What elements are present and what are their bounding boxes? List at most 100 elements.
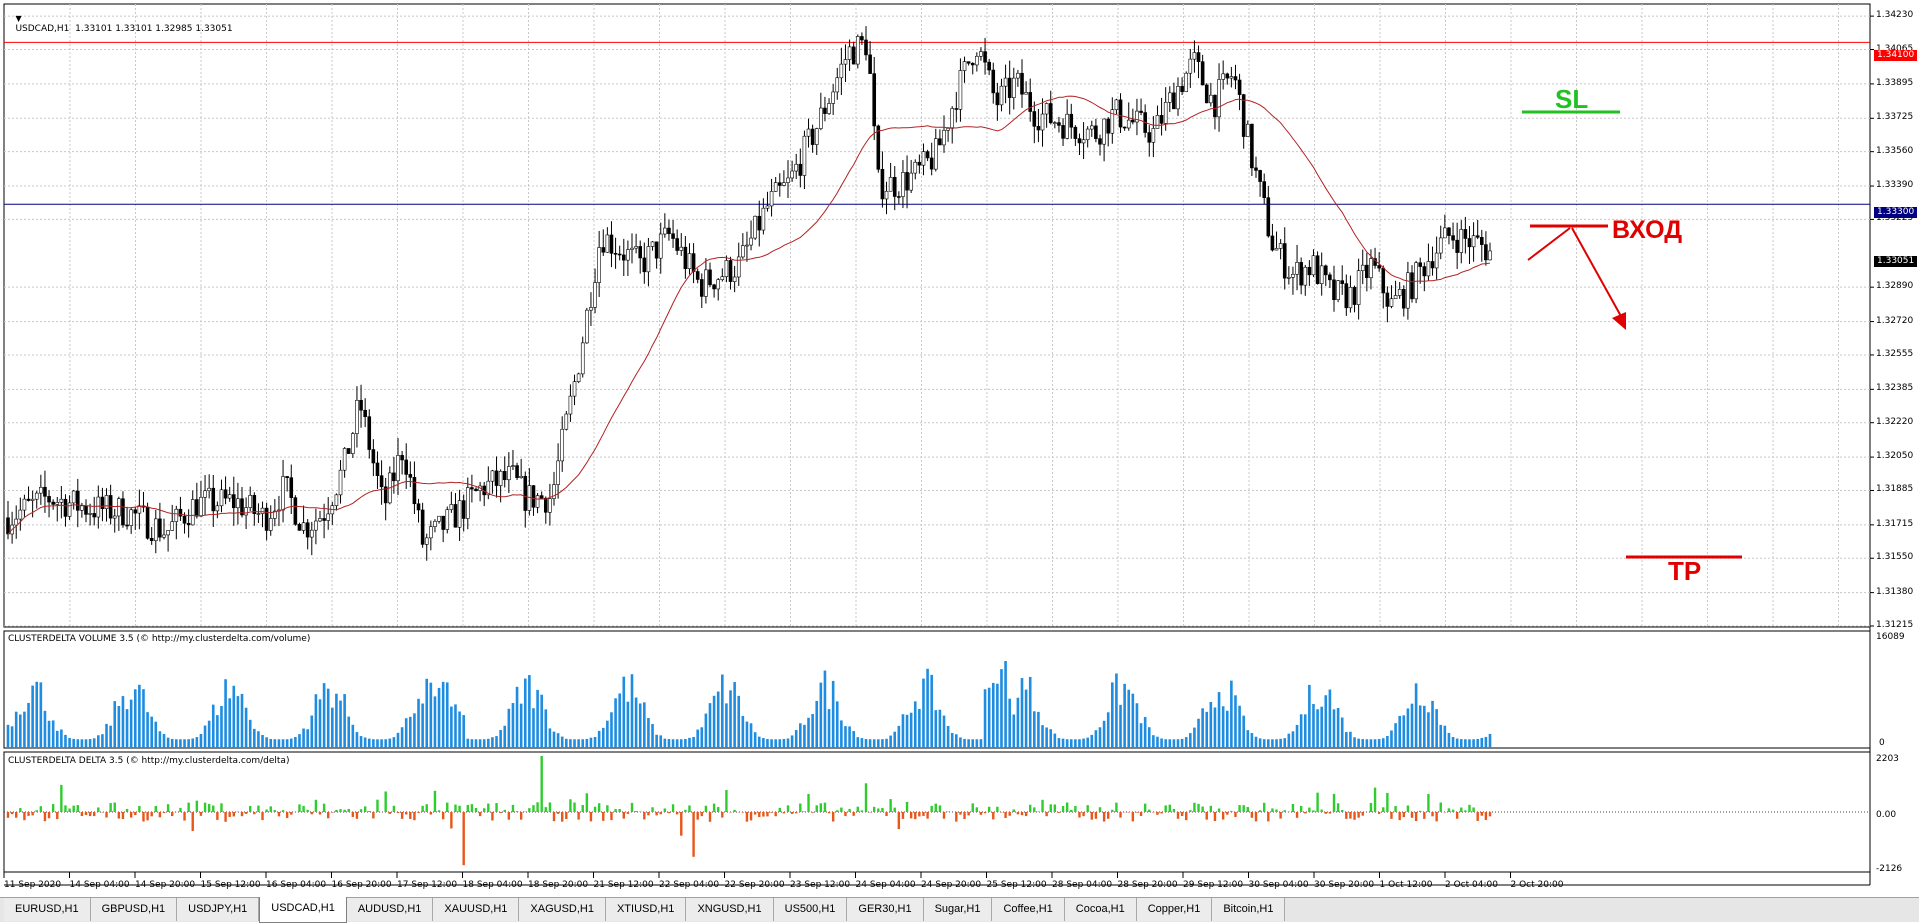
volume-bar xyxy=(196,737,199,748)
delta-bar-negative xyxy=(701,812,703,816)
tab-gbpusd-h1[interactable]: GBPUSD,H1 xyxy=(91,898,178,921)
volume-bar xyxy=(984,689,987,748)
tab-xauusd-h1[interactable]: XAUUSD,H1 xyxy=(433,898,519,921)
time-tick-label: 11 Sep 2020 xyxy=(4,880,61,890)
volume-bar xyxy=(742,716,745,748)
delta-bar-negative xyxy=(1132,812,1134,821)
collapse-triangle-icon[interactable]: ▼ xyxy=(15,14,21,23)
volume-bar xyxy=(339,701,342,748)
volume-bar xyxy=(992,683,995,748)
tab-ger30-h1[interactable]: GER30,H1 xyxy=(847,898,923,921)
volume-bar xyxy=(1329,690,1332,748)
volume-bar xyxy=(939,710,942,748)
volume-bar xyxy=(306,729,309,748)
delta-bar-positive xyxy=(1464,810,1466,812)
candle-body xyxy=(327,514,330,521)
volume-bar xyxy=(955,734,958,748)
candle-body xyxy=(1369,259,1372,278)
tab-xngusd-h1[interactable]: XNGUSD,H1 xyxy=(686,898,773,921)
candle-body xyxy=(1082,140,1085,143)
delta-bar-positive xyxy=(631,803,633,812)
delta-bar-negative xyxy=(405,812,407,814)
tab-audusd-h1[interactable]: AUDUSD,H1 xyxy=(347,898,434,921)
tab-sugar-h1[interactable]: Sugar,H1 xyxy=(924,898,993,921)
delta-bar-negative xyxy=(627,812,629,814)
volume-bar xyxy=(183,739,186,748)
volume-bar xyxy=(97,735,100,748)
candle-body xyxy=(1218,79,1221,116)
delta-bar-positive xyxy=(1050,804,1052,812)
tab-copper-h1[interactable]: Copper,H1 xyxy=(1137,898,1213,921)
candle-body xyxy=(893,177,896,196)
volume-bar xyxy=(1468,739,1471,748)
candle-body xyxy=(1242,95,1245,137)
delta-bar-negative xyxy=(1078,812,1080,818)
volume-bar xyxy=(1345,732,1348,748)
delta-bar-negative xyxy=(918,812,920,816)
candle-body xyxy=(1025,92,1028,94)
delta-bar-positive xyxy=(1013,809,1015,812)
delta-bar-negative xyxy=(811,812,813,813)
delta-bar-positive xyxy=(1144,804,1146,812)
delta-bar-negative xyxy=(1390,812,1392,819)
tab-usdcad-h1[interactable]: USDCAD,H1 xyxy=(259,897,347,923)
tab-cocoa-h1[interactable]: Cocoa,H1 xyxy=(1065,898,1137,921)
volume-bar xyxy=(766,739,769,748)
volume-bar xyxy=(688,738,691,748)
delta-bar-positive xyxy=(803,811,805,812)
candle-body xyxy=(351,434,354,454)
candle-body xyxy=(491,471,494,481)
candle-body xyxy=(1316,256,1319,284)
volume-bar xyxy=(951,733,954,748)
volume-bar xyxy=(783,739,786,748)
delta-bar-positive xyxy=(820,803,822,812)
candle-body xyxy=(988,62,991,70)
volume-bar xyxy=(512,703,515,748)
tab-xtiusd-h1[interactable]: XTIUSD,H1 xyxy=(606,898,686,921)
tab-xagusd-h1[interactable]: XAGUSD,H1 xyxy=(519,898,606,921)
volume-bar xyxy=(442,682,445,748)
volume-bar xyxy=(1008,699,1011,748)
volume-bar xyxy=(253,729,256,748)
delta-bar-positive xyxy=(64,805,66,812)
delta-bar-positive xyxy=(906,802,908,812)
tab-usdjpy-h1[interactable]: USDJPY,H1 xyxy=(177,898,259,921)
volume-bar xyxy=(1333,709,1336,748)
delta-bar-positive xyxy=(717,807,719,812)
volume-bar xyxy=(778,739,781,748)
price-tick-label: 1.31380 xyxy=(1876,587,1913,597)
delta-bar-negative xyxy=(479,812,481,816)
tab-eurusd-h1[interactable]: EURUSD,H1 xyxy=(4,898,91,921)
delta-bar-positive xyxy=(421,806,423,812)
volume-bar xyxy=(249,720,252,748)
volume-bar xyxy=(606,721,609,748)
volume-bar xyxy=(1132,694,1135,748)
volume-bar xyxy=(1382,738,1385,748)
delta-bar-negative xyxy=(746,812,748,822)
delta-bar-negative xyxy=(602,812,604,821)
volume-bar xyxy=(1107,712,1110,748)
delta-bar-positive xyxy=(1460,808,1462,812)
delta-bar-negative xyxy=(130,812,132,818)
delta-bar-positive xyxy=(873,807,875,812)
delta-bar-negative xyxy=(1025,812,1027,816)
delta-bar-negative xyxy=(1357,812,1359,818)
candle-body xyxy=(1086,129,1089,140)
price-tick-label: 1.33560 xyxy=(1876,146,1913,156)
delta-bar-negative xyxy=(955,812,957,822)
candle-body xyxy=(1057,123,1060,126)
volume-bar xyxy=(508,709,511,748)
tab-us500-h1[interactable]: US500,H1 xyxy=(774,898,848,921)
candle-body xyxy=(548,499,551,513)
delta-bar-negative xyxy=(417,812,419,813)
candle-body xyxy=(1468,238,1471,246)
volume-bar xyxy=(520,704,523,748)
tab-bitcoin-h1[interactable]: Bitcoin,H1 xyxy=(1212,898,1285,921)
price-tick-label: 1.31215 xyxy=(1876,620,1913,630)
symbol-tab-bar: EURUSD,H1GBPUSD,H1USDJPY,H1USDCAD,H1AUDU… xyxy=(0,897,1919,922)
delta-bar-positive xyxy=(487,804,489,812)
candle-body xyxy=(425,538,428,545)
volume-bar xyxy=(869,739,872,748)
tab-coffee-h1[interactable]: Coffee,H1 xyxy=(992,898,1064,921)
delta-bar-positive xyxy=(257,806,259,812)
